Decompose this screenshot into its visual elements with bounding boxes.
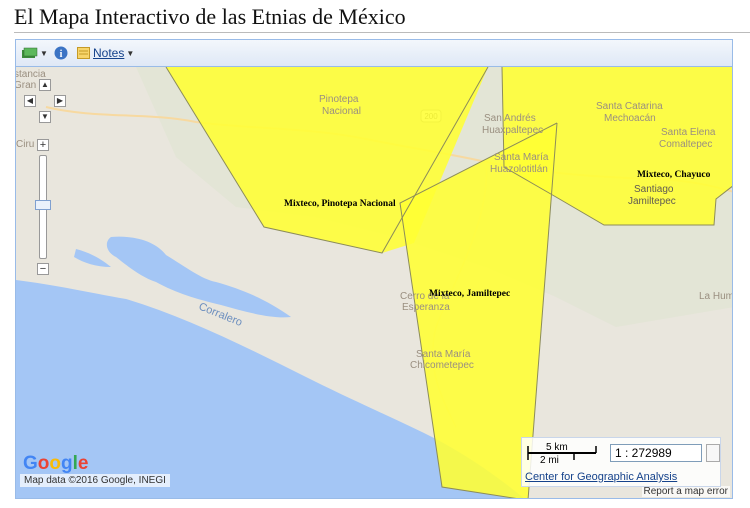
place-la-hum: La Hum [699, 291, 733, 302]
scale-mi-label: 2 mi [540, 455, 559, 466]
place-ciru: Ciru [16, 139, 34, 150]
scale-apply-icon[interactable] [706, 444, 720, 462]
notes-menu-button[interactable]: Notes ▼ [77, 45, 134, 61]
zoom-out-button[interactable]: − [37, 263, 49, 275]
ethnic-label-jamiltepec: Mixteco, Jamiltepec [429, 289, 510, 299]
pan-left-button[interactable]: ◀ [24, 95, 36, 107]
map-widget: ▼ i Notes ▼ Pinotepa Nacional San Andrés… [15, 39, 733, 499]
pan-right-button[interactable]: ▶ [54, 95, 66, 107]
place-huaxpaltepec: Huaxpaltepec [482, 125, 543, 136]
map-canvas[interactable]: 200 Pinotepa Nacional San Andrés Huaxpal… [16, 67, 733, 498]
cga-link[interactable]: Center for Geographic Analysis [525, 471, 677, 483]
report-map-error-link[interactable]: Report a map error [641, 486, 730, 497]
place-pinotepa: Pinotepa [319, 94, 359, 105]
notes-label: Notes [93, 46, 125, 60]
map-data-attribution: Map data ©2016 Google, INEGI [20, 474, 170, 487]
place-jamiltepec: Jamiltepec [628, 196, 676, 207]
zoom-slider-thumb[interactable] [35, 200, 51, 210]
info-icon: i [54, 46, 68, 60]
chevron-down-icon: ▼ [40, 48, 48, 58]
pan-up-button[interactable]: ▲ [39, 79, 51, 91]
page-title: El Mapa Interactivo de las Etnias de Méx… [14, 4, 406, 29]
google-logo[interactable]: Google [23, 453, 88, 475]
layers-icon [22, 47, 38, 58]
place-huazolotitlan: Huazolotitlán [490, 164, 548, 175]
place-santa-maria-2: Santa María [416, 349, 471, 360]
title-divider [14, 32, 750, 33]
scale-km-label: 5 km [546, 442, 568, 453]
layers-menu-button[interactable]: ▼ [22, 45, 48, 61]
scale-ratio-input[interactable] [610, 444, 702, 462]
map-toolbar: ▼ i Notes ▼ [16, 40, 732, 67]
place-comaltepec: Comaltepec [659, 139, 712, 150]
scale-panel: 5 km 2 mi Center for Geographic Analysis [521, 437, 721, 487]
place-grande: Gran [16, 80, 36, 91]
place-santiago: Santiago [634, 184, 674, 195]
zoom-in-button[interactable]: + [37, 139, 49, 151]
notes-icon [77, 47, 90, 59]
svg-text:i: i [60, 49, 63, 60]
place-pinotepa-nacional: Nacional [322, 106, 361, 117]
place-esperanza: Esperanza [402, 302, 450, 313]
ethnic-label-chayuco: Mixteco, Chayuco [637, 170, 711, 180]
place-santa-catarina: Santa Catarina [596, 101, 663, 112]
map-svg: 200 Pinotepa Nacional San Andrés Huaxpal… [16, 67, 733, 498]
info-button[interactable]: i [54, 45, 68, 61]
pan-down-button[interactable]: ▼ [39, 111, 51, 123]
place-chicometepec: Chicometepec [410, 360, 474, 371]
place-san-andres: San Andrés [484, 113, 536, 124]
chevron-down-icon: ▼ [126, 48, 135, 58]
place-mechoacan: Mechoacán [604, 113, 656, 124]
ethnic-label-pinotepa: Mixteco, Pinotepa Nacional [284, 199, 396, 209]
place-santa-elena: Santa Elena [661, 127, 716, 138]
place-santa-maria: Santa María [494, 152, 549, 163]
